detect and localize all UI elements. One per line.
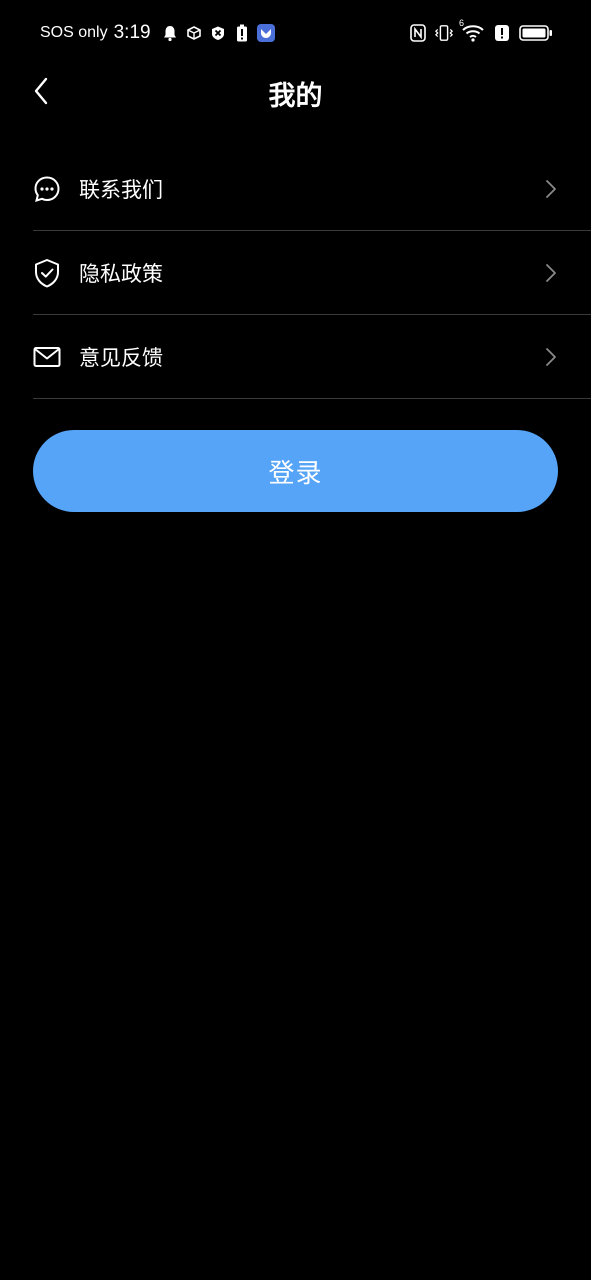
bell-icon (161, 24, 179, 42)
vibrate-icon (435, 24, 453, 42)
chat-bubble-icon (33, 175, 61, 203)
status-bar: SOS only 3:19 6 (0, 0, 591, 66)
clock: 3:19 (113, 22, 151, 43)
block-icon (209, 24, 227, 42)
alert-icon (493, 24, 511, 42)
menu-item-label: 意见反馈 (79, 345, 163, 370)
chevron-right-icon (541, 177, 561, 201)
chevron-right-icon (541, 261, 561, 285)
status-bar-right: 6 (409, 18, 553, 46)
nfc-icon (409, 24, 427, 42)
status-bar-left: SOS only 3:19 (40, 20, 275, 46)
wifi-icon: 6 (459, 18, 485, 42)
menu-item-label: 隐私政策 (79, 261, 163, 286)
menu-list: 联系我们 隐私政策 意见反馈 (33, 147, 591, 399)
shield-check-icon (33, 258, 61, 287)
menu-item-privacy-policy[interactable]: 隐私政策 (33, 231, 591, 315)
menu-item-feedback[interactable]: 意见反馈 (33, 315, 591, 399)
battery-alert-icon (233, 24, 251, 42)
app-badge-icon (256, 24, 275, 42)
box-icon (185, 24, 203, 42)
header: 我的 (0, 66, 591, 122)
menu-item-label: 联系我们 (79, 177, 163, 202)
wifi-label: 6 (459, 18, 465, 28)
login-button-label: 登录 (268, 458, 323, 489)
carrier-label: SOS only (40, 24, 108, 41)
login-button[interactable]: 登录 (33, 430, 558, 512)
battery-icon (519, 24, 553, 42)
chevron-right-icon (541, 345, 561, 369)
mail-icon (33, 343, 61, 371)
page-title: 我的 (268, 81, 323, 112)
menu-item-contact-us[interactable]: 联系我们 (33, 147, 591, 231)
